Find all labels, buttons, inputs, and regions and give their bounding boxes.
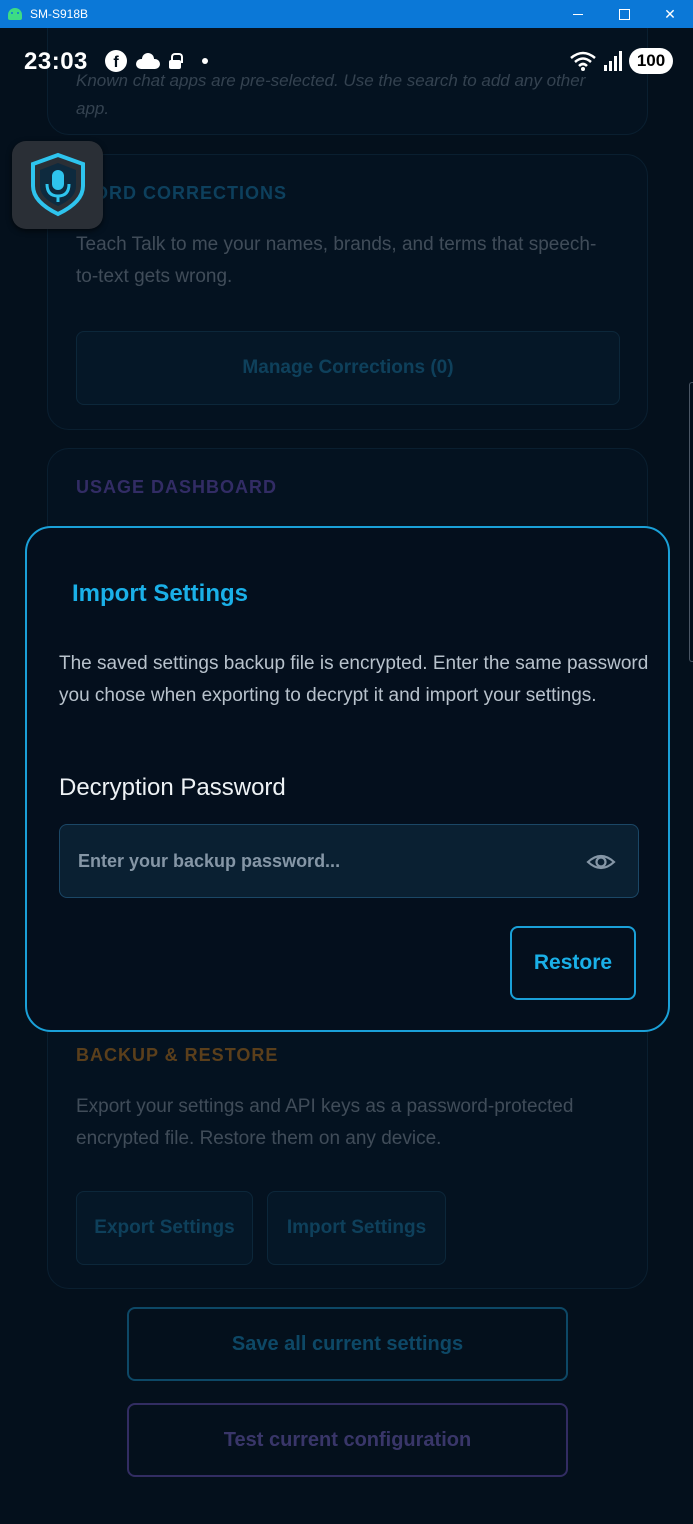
minimize-icon[interactable] xyxy=(555,0,601,28)
signal-icon xyxy=(604,51,622,71)
backup-title: BACKUP & RESTORE xyxy=(76,1045,279,1065)
password-input[interactable] xyxy=(60,825,580,897)
close-icon[interactable]: ✕ xyxy=(647,0,693,28)
dialog-message: The saved settings backup file is encryp… xyxy=(59,653,649,706)
maximize-icon[interactable] xyxy=(601,0,647,28)
import-settings-dialog: Import Settings The saved settings backu… xyxy=(25,526,670,1032)
backup-desc: Export your settings and API keys as a p… xyxy=(76,1096,574,1149)
phone-screen: Known chat apps are pre-selected. Use th… xyxy=(0,28,693,1524)
corrections-title: WORD CORRECTIONS xyxy=(76,183,287,203)
corrections-desc: Teach Talk to me your names, brands, and… xyxy=(76,234,597,287)
manage-corrections-button[interactable]: Manage Corrections (0) xyxy=(76,331,620,405)
password-label: Decryption Password xyxy=(59,774,286,801)
password-field xyxy=(59,824,639,898)
backup-card: BACKUP & RESTORE Export your settings an… xyxy=(47,1008,648,1289)
window-titlebar: SM-S918B ✕ xyxy=(0,0,693,28)
battery-indicator: 100 xyxy=(629,48,673,74)
side-scroll-handle[interactable] xyxy=(689,382,693,662)
shield-microphone-icon xyxy=(30,152,85,217)
eye-icon[interactable] xyxy=(586,847,616,877)
facebook-icon: f xyxy=(105,50,127,72)
dot-icon xyxy=(202,58,208,64)
status-icons-left: f xyxy=(105,50,208,72)
save-settings-button[interactable]: Save all current settings xyxy=(127,1307,568,1381)
wifi-icon xyxy=(570,51,596,71)
window-controls: ✕ xyxy=(555,0,693,28)
app-shortcut-icon[interactable] xyxy=(12,141,103,229)
restore-button[interactable]: Restore xyxy=(510,926,636,1000)
corrections-card: WORD CORRECTIONS Teach Talk to me your n… xyxy=(47,154,648,430)
import-settings-button[interactable]: Import Settings xyxy=(267,1191,446,1265)
dialog-title: Import Settings xyxy=(72,580,249,607)
cloud-icon xyxy=(136,53,160,69)
android-icon xyxy=(8,8,22,20)
export-settings-button[interactable]: Export Settings xyxy=(76,1191,253,1265)
lock-icon xyxy=(169,53,183,69)
usage-title: USAGE DASHBOARD xyxy=(76,477,278,497)
status-time: 23:03 xyxy=(24,48,88,75)
status-bar: 23:03 f 100 xyxy=(0,28,693,92)
test-configuration-button[interactable]: Test current configuration xyxy=(127,1403,568,1477)
window-title: SM-S918B xyxy=(30,7,89,21)
status-icons-right: 100 xyxy=(569,48,673,74)
